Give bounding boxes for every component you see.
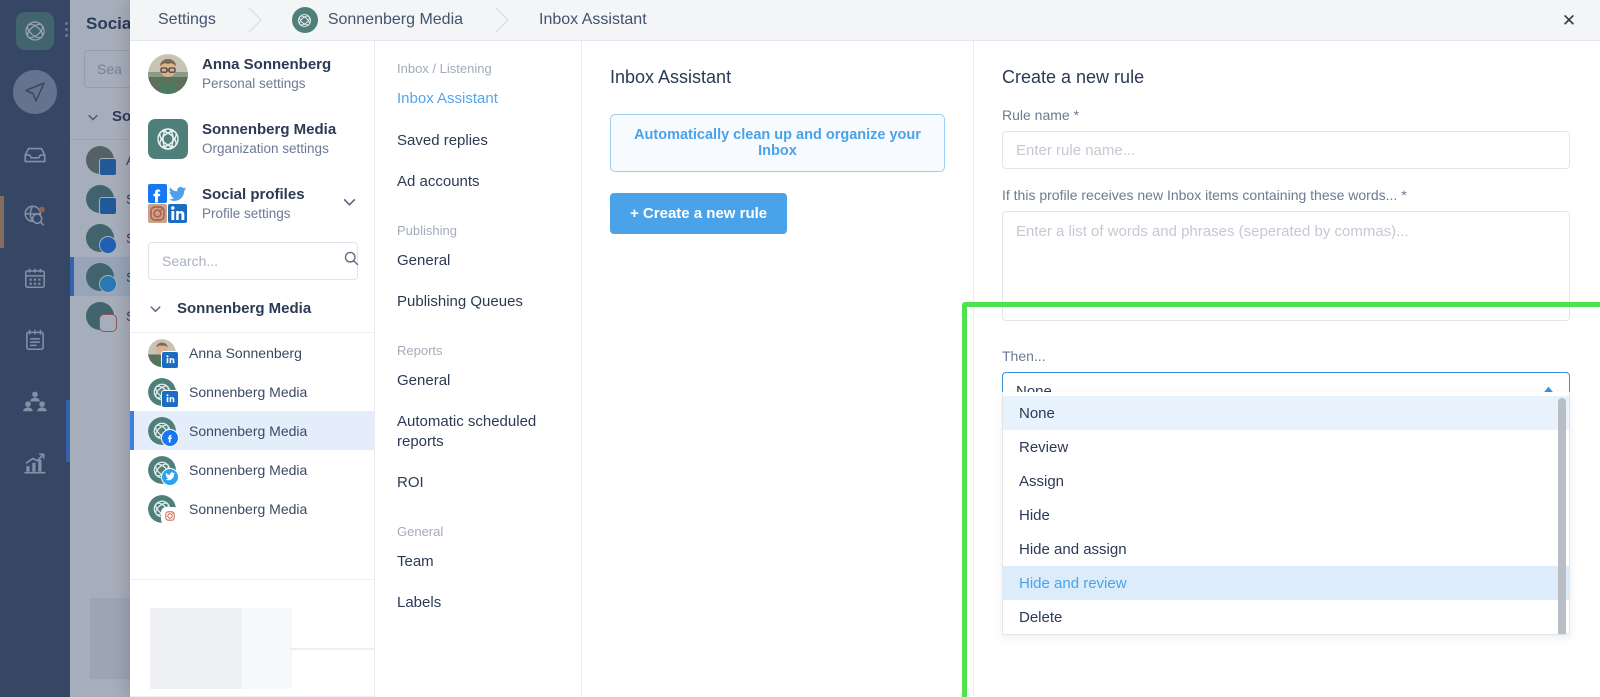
close-icon[interactable]: ✕ bbox=[1552, 0, 1586, 41]
account-subtitle: Profile settings bbox=[202, 206, 291, 222]
account-name: Sonnenberg Media bbox=[202, 120, 337, 138]
person-photo-avatar bbox=[148, 54, 188, 94]
footer-placeholder-line bbox=[290, 648, 374, 650]
nav-item-publishing-queues[interactable]: Publishing Queues bbox=[375, 281, 581, 323]
breadcrumb-chevron-icon bbox=[485, 0, 511, 40]
breadcrumb-organization[interactable]: Sonnenberg Media bbox=[264, 0, 485, 40]
chevron-down-icon bbox=[150, 306, 161, 313]
dropdown-option-none[interactable]: None bbox=[1003, 396, 1569, 430]
breadcrumb-label: Sonnenberg Media bbox=[327, 11, 464, 28]
dropdown-option-hide[interactable]: Hide bbox=[1003, 498, 1569, 532]
nav-section-reports: Reports bbox=[397, 342, 443, 358]
modal-header: Settings Sonnenberg Media Inbox Assistan… bbox=[130, 0, 1600, 41]
profile-name: Sonnenberg Media bbox=[189, 383, 308, 400]
breadcrumb-chevron-icon bbox=[238, 0, 264, 40]
account-personal-settings[interactable]: Anna Sonnenberg Personal settings bbox=[130, 41, 374, 106]
account-name: Social profiles bbox=[202, 185, 305, 203]
organization-logo-avatar bbox=[148, 119, 188, 159]
dropdown-scrollbar[interactable] bbox=[1558, 398, 1566, 634]
profile-search-box[interactable] bbox=[148, 242, 360, 280]
profile-name: Sonnenberg Media bbox=[189, 500, 308, 517]
create-new-rule-button[interactable]: + Create a new rule bbox=[610, 193, 788, 234]
dropdown-option-list: None Review Assign Hide Hide and assign … bbox=[1003, 392, 1569, 634]
account-subtitle: Personal settings bbox=[202, 76, 306, 92]
create-rule-column: Create a new rule Rule name * If this pr… bbox=[962, 41, 1600, 697]
profile-name: Sonnenberg Media bbox=[189, 461, 308, 478]
nav-item-publishing-general[interactable]: General bbox=[375, 240, 581, 282]
nav-item-automatic-scheduled-reports[interactable]: Automatic scheduled reports bbox=[375, 401, 581, 462]
rule-name-input[interactable] bbox=[1002, 131, 1570, 169]
breadcrumb-settings[interactable]: Settings bbox=[130, 0, 238, 40]
accounts-column: Anna Sonnenberg Personal settings Sonnen… bbox=[130, 41, 375, 697]
then-action-dropdown[interactable]: None Review Assign Hide Hide and assign … bbox=[1002, 392, 1570, 635]
footer-placeholder-block bbox=[150, 608, 242, 689]
account-social-profiles[interactable]: Social profiles Profile settings bbox=[130, 171, 374, 236]
application-window: Social Sea So A S S S S Settings bbox=[0, 0, 1600, 697]
settings-nav-column: Inbox / Listening Inbox Assistant Saved … bbox=[375, 41, 582, 697]
dropdown-option-hide-and-review[interactable]: Hide and review bbox=[1003, 566, 1569, 600]
organization-logo-avatar bbox=[148, 494, 179, 525]
nav-section-inbox-listening: Inbox / Listening bbox=[397, 61, 492, 76]
profile-item-anna-linkedin[interactable]: Anna Sonnenberg bbox=[130, 333, 374, 372]
dropdown-option-delete[interactable]: Delete bbox=[1003, 600, 1569, 634]
profile-item-media-facebook[interactable]: Sonnenberg Media bbox=[130, 411, 374, 450]
account-subtitle: Organization settings bbox=[202, 141, 329, 157]
profile-group-header[interactable]: Sonnenberg Media bbox=[130, 280, 374, 333]
rule-name-label: Rule name * bbox=[1002, 107, 1080, 123]
organization-logo-icon bbox=[291, 7, 318, 33]
dropdown-option-hide-and-assign[interactable]: Hide and assign bbox=[1003, 532, 1569, 566]
organization-logo-avatar bbox=[148, 416, 179, 447]
dropdown-option-assign[interactable]: Assign bbox=[1003, 464, 1569, 498]
person-photo-avatar bbox=[148, 338, 179, 369]
search-input[interactable] bbox=[162, 253, 343, 269]
social-networks-grid-avatar bbox=[148, 184, 188, 224]
inbox-assistant-column: Inbox Assistant Automatically clean up a… bbox=[582, 41, 974, 697]
chevron-down-icon[interactable] bbox=[341, 193, 358, 215]
then-action-group: Then... None None Review Assign Hide Hid… bbox=[1002, 348, 1570, 635]
breadcrumb-label: Settings bbox=[158, 11, 216, 28]
search-icon[interactable] bbox=[343, 250, 360, 272]
nav-item-inbox-assistant[interactable]: Inbox Assistant bbox=[375, 78, 581, 120]
organization-logo-avatar bbox=[148, 455, 179, 486]
profile-name: Anna Sonnenberg bbox=[189, 344, 302, 361]
nav-item-saved-replies[interactable]: Saved replies bbox=[375, 120, 581, 162]
account-name: Anna Sonnenberg bbox=[202, 55, 332, 73]
facebook-badge-icon bbox=[161, 428, 179, 447]
linkedin-badge-icon bbox=[161, 389, 179, 408]
footer-placeholder-block bbox=[242, 608, 292, 689]
accounts-footer bbox=[130, 579, 374, 697]
nav-item-reports-general[interactable]: General bbox=[375, 360, 581, 402]
linkedin-badge-icon bbox=[161, 350, 179, 369]
nav-item-team[interactable]: Team bbox=[375, 541, 581, 583]
page-title: Inbox Assistant bbox=[610, 67, 732, 87]
keywords-label: If this profile receives new Inbox items… bbox=[1002, 187, 1407, 203]
keywords-textarea[interactable] bbox=[1002, 211, 1570, 321]
instagram-badge-icon bbox=[161, 506, 179, 525]
nav-section-publishing: Publishing bbox=[397, 222, 457, 238]
then-label: Then... bbox=[1002, 348, 1046, 364]
nav-item-ad-accounts[interactable]: Ad accounts bbox=[375, 161, 581, 203]
profile-item-media-twitter[interactable]: Sonnenberg Media bbox=[130, 450, 374, 489]
modal-body: Anna Sonnenberg Personal settings Sonnen… bbox=[130, 41, 1600, 697]
nav-item-labels[interactable]: Labels bbox=[375, 582, 581, 624]
breadcrumb-inbox-assistant[interactable]: Inbox Assistant bbox=[511, 0, 669, 40]
profile-item-media-instagram[interactable]: Sonnenberg Media bbox=[130, 489, 374, 528]
profile-name: Sonnenberg Media bbox=[189, 422, 308, 439]
create-rule-title: Create a new rule bbox=[1002, 67, 1145, 87]
breadcrumb-label: Inbox Assistant bbox=[539, 11, 647, 28]
profile-group-label: Sonnenberg Media bbox=[177, 300, 312, 317]
inbox-assistant-info-banner: Automatically clean up and organize your… bbox=[610, 114, 945, 172]
settings-modal: Settings Sonnenberg Media Inbox Assistan… bbox=[130, 0, 1600, 697]
dropdown-option-review[interactable]: Review bbox=[1003, 430, 1569, 464]
twitter-badge-icon bbox=[161, 467, 179, 486]
account-organization-settings[interactable]: Sonnenberg Media Organization settings bbox=[130, 106, 374, 171]
profile-item-media-linkedin[interactable]: Sonnenberg Media bbox=[130, 372, 374, 411]
organization-logo-avatar bbox=[148, 377, 179, 408]
nav-item-roi[interactable]: ROI bbox=[375, 462, 581, 504]
nav-section-general: General bbox=[397, 523, 444, 539]
